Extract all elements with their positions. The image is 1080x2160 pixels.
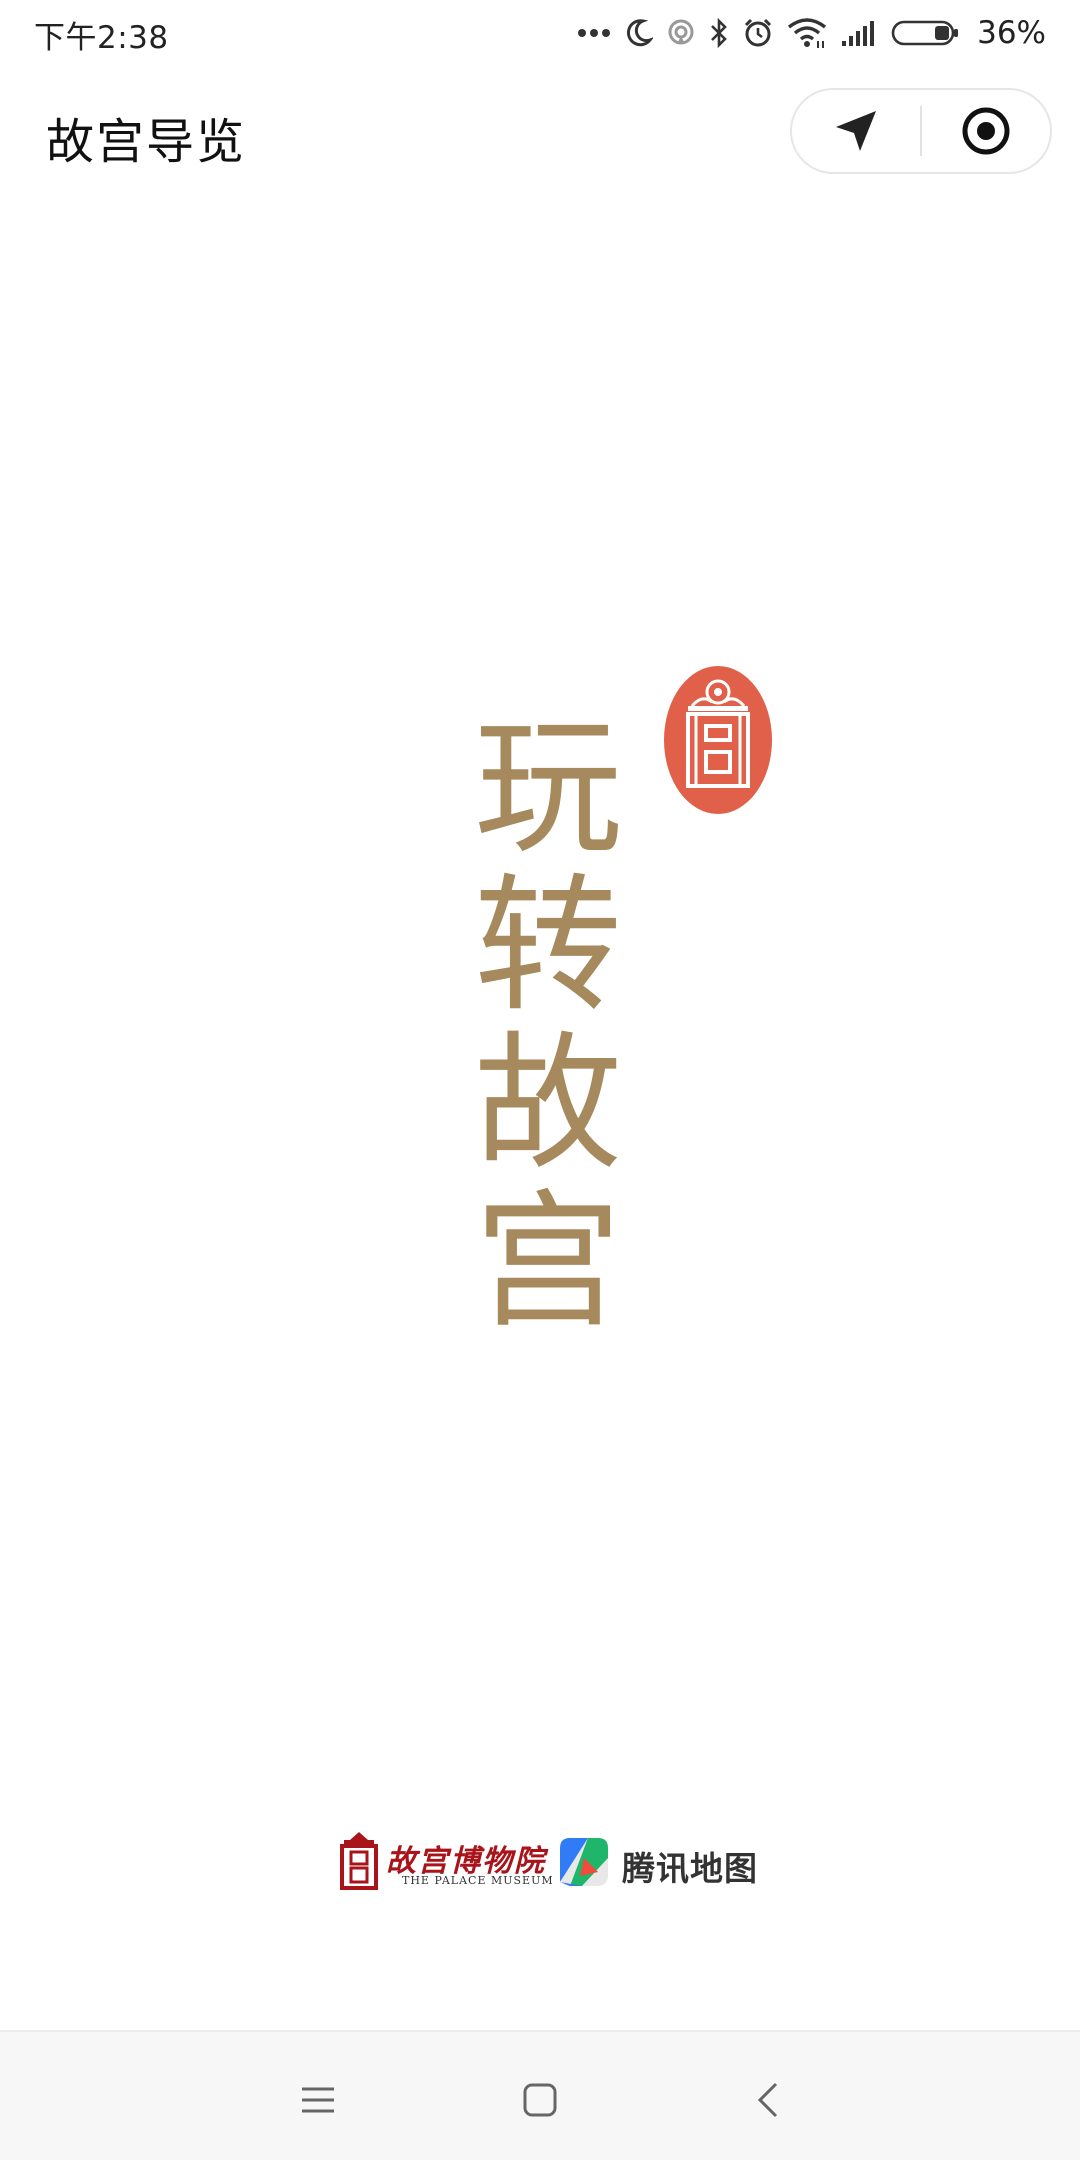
splash-screen: 下午2:38 36% 故宫导览 玩 转 故 宫 故宫博物院 THE PALACE… (0, 0, 1080, 2160)
home-icon (523, 2083, 557, 2117)
status-bar: 下午2:38 36% (0, 0, 1080, 66)
battery-icon (891, 20, 959, 46)
home-button[interactable] (502, 2062, 578, 2138)
moon-icon (627, 19, 654, 47)
alarm-icon (745, 18, 772, 47)
page-title: 故宫导览 (46, 114, 247, 170)
hero-char-1: 玩 (474, 702, 622, 874)
menu-icon (302, 2087, 334, 2113)
location-button[interactable] (792, 90, 920, 172)
title-bar: 故宫导览 (0, 66, 1080, 200)
navigation-arrow-icon (836, 111, 876, 151)
close-button[interactable] (922, 90, 1050, 172)
back-button[interactable] (730, 2062, 806, 2138)
tencent-map-name: 腾讯地图 (622, 1849, 758, 1888)
more-dots-icon (578, 29, 611, 37)
status-time: 下午2:38 (34, 20, 169, 56)
signal-icon (842, 21, 875, 46)
tencent-map-icon (560, 1838, 608, 1886)
menu-button[interactable] (280, 2062, 356, 2138)
status-icons: 36% (577, 10, 1046, 56)
system-nav-bar (0, 2030, 1080, 2160)
hero-char-3: 故 (474, 1018, 622, 1190)
back-icon (757, 2082, 778, 2118)
palace-museum-emblem-icon (340, 1832, 378, 1890)
hotspot-icon (668, 19, 694, 45)
wifi-icon (788, 18, 827, 48)
palace-seal-logo (664, 666, 772, 814)
palace-museum-english: THE PALACE MUSEUM (402, 1874, 554, 1887)
footer-logos: 故宫博物院 THE PALACE MUSEUM 腾讯地图 (336, 1826, 758, 1896)
target-icon (962, 107, 1010, 155)
tencent-map-logo: 腾讯地图 (558, 1832, 758, 1892)
bluetooth-icon (711, 18, 727, 48)
hero-char-4: 宫 (474, 1176, 622, 1348)
mini-program-capsule (790, 88, 1052, 174)
battery-percent: 36% (977, 15, 1046, 51)
palace-museum-logo: 故宫博物院 THE PALACE MUSEUM (336, 1830, 553, 1892)
hero-char-2: 转 (474, 860, 622, 1032)
